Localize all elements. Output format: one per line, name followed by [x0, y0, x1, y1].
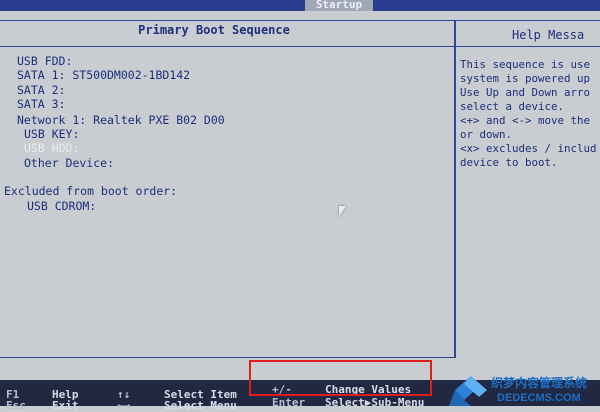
boot-item-network-1[interactable]: Network 1: Realtek PXE B02 D00: [17, 113, 225, 127]
boot-item-sata-2[interactable]: SATA 2:: [17, 83, 65, 97]
help-line: system is powered up: [460, 72, 591, 85]
key-left-right: ←→: [117, 399, 131, 412]
top-menu-bar: Startup: [0, 0, 600, 11]
watermark-text-cn: 织梦内容管理系统: [491, 376, 588, 390]
boot-item-usb-key[interactable]: USB KEY:: [24, 127, 79, 141]
boot-item-sata-1[interactable]: SATA 1: ST500DM002-1BD142: [17, 68, 190, 82]
help-divider: [455, 46, 600, 47]
boot-item-usb-hdd[interactable]: USB HDD:: [24, 141, 79, 155]
help-line: Use Up and Down arro: [460, 86, 591, 99]
key-enter: Enter: [272, 396, 306, 409]
page-title: Primary Boot Sequence: [138, 23, 290, 37]
help-line: <x> excludes / includ: [460, 142, 597, 155]
boot-item-other-device[interactable]: Other Device:: [24, 156, 114, 170]
key-select-menu-label: Select Menu: [164, 399, 237, 412]
help-line: device to boot.: [460, 156, 558, 169]
help-line: <+> and <-> move the: [460, 114, 591, 127]
main-divider: [0, 46, 455, 47]
key-sub-menu-label: Select▶Sub-Menu: [325, 396, 425, 409]
help-line: This sequence is use: [460, 58, 591, 71]
help-title: Help Messa: [512, 28, 585, 42]
help-line: or down.: [460, 128, 513, 141]
boot-item-sata-3[interactable]: SATA 3:: [17, 97, 65, 111]
boot-item-usb-fdd[interactable]: USB FDD:: [17, 54, 72, 68]
help-line: select a device.: [460, 100, 565, 113]
watermark-text-en: DEDECMS.COM: [497, 392, 581, 404]
excluded-title: Excluded from boot order:: [4, 184, 178, 198]
key-esc: Esc: [6, 399, 26, 412]
tab-startup[interactable]: Startup: [305, 0, 373, 11]
excluded-item-usb-cdrom[interactable]: USB CDROM:: [27, 199, 96, 213]
key-exit-label: Exit: [52, 399, 79, 412]
mouse-pointer-icon: [339, 206, 346, 217]
highlight-box: [249, 360, 432, 396]
